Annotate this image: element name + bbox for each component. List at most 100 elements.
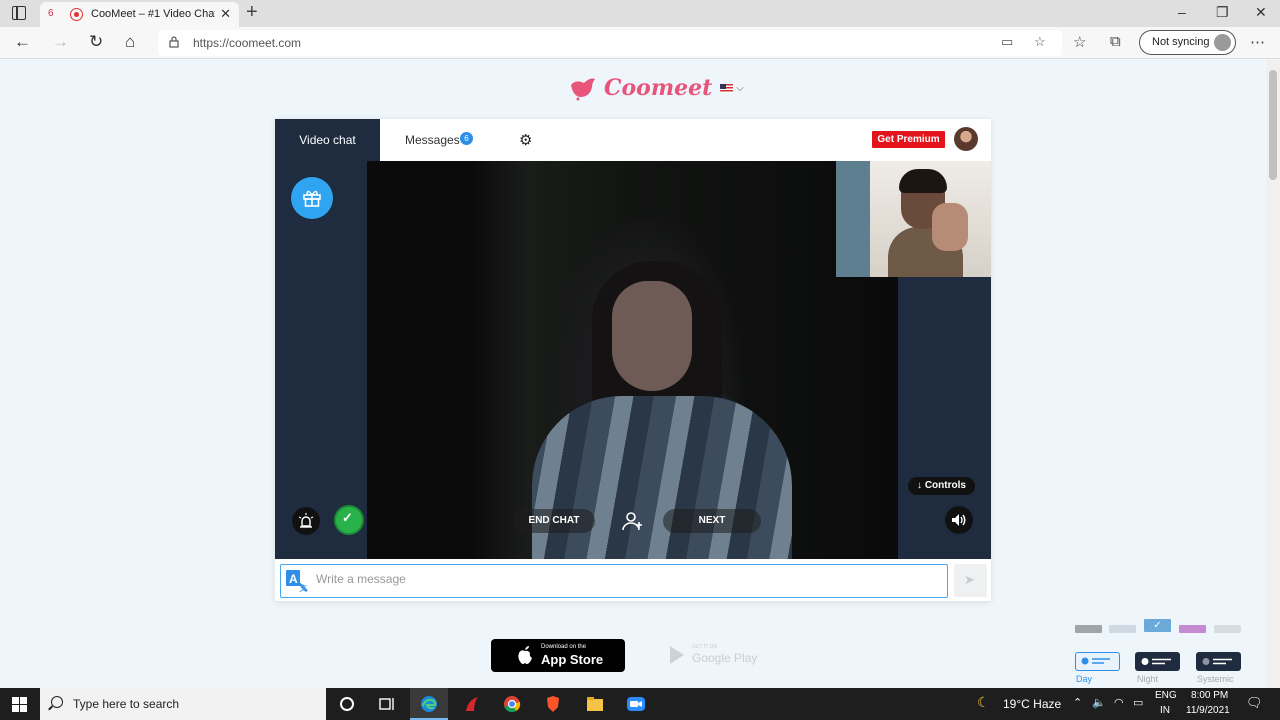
swatch-gray[interactable] [1075, 625, 1102, 633]
toggle-night-icon [1141, 658, 1171, 665]
controls-toggle[interactable]: ↓ Controls [908, 477, 975, 495]
tab-favicon-icon: 6 [48, 8, 54, 19]
theme-day-option[interactable] [1075, 652, 1120, 671]
refresh-icon[interactable]: ↻ [89, 32, 103, 52]
notifications-icon[interactable]: 🗨 [1246, 695, 1263, 711]
play-store-icon [670, 646, 684, 664]
card-header: Video chat Messages 6 ⚙ Get Premium [275, 119, 991, 161]
favorites-icon[interactable]: ☆ [1073, 33, 1086, 51]
profile-button[interactable]: Not syncing [1139, 30, 1236, 55]
url-text: https://coomeet.com [193, 36, 302, 50]
scrollbar-thumb[interactable] [1269, 70, 1277, 180]
weather-moon-icon[interactable]: ☾ [977, 694, 990, 711]
battery-icon[interactable]: ▭ [1133, 696, 1143, 709]
google-play-caption: GET IT ON [692, 644, 717, 650]
gift-button[interactable] [291, 177, 333, 219]
language-bottom[interactable]: IN [1160, 705, 1170, 716]
add-friend-icon[interactable] [620, 509, 644, 533]
toggle-day-icon [1081, 657, 1110, 665]
swatch-purple[interactable] [1179, 625, 1206, 633]
taskbar-search[interactable]: Type here to search [40, 688, 326, 720]
google-play-badge[interactable]: GET IT ON Google Play [668, 641, 763, 671]
tab-video-chat[interactable]: Video chat [275, 119, 380, 161]
swatch-pale[interactable] [1214, 625, 1241, 633]
url-field[interactable]: https://coomeet.com ▭ ☆ [158, 30, 1062, 56]
back-icon[interactable]: ← [14, 32, 31, 52]
add-favorite-icon[interactable]: ☆ [1034, 34, 1046, 50]
swatch-light[interactable] [1109, 625, 1136, 633]
chevron-down-icon[interactable]: ⌵ [736, 83, 744, 94]
more-menu-icon[interactable]: ⋯ [1250, 33, 1265, 51]
collections-icon[interactable]: ⧉ [1110, 33, 1121, 50]
siren-icon [298, 513, 314, 528]
taskbar-search-text: Type here to search [73, 697, 180, 711]
send-icon: ➤ [964, 572, 975, 587]
us-flag-icon[interactable] [720, 83, 734, 93]
theme-night-label: Night [1137, 674, 1159, 684]
file-explorer-icon[interactable] [585, 694, 605, 714]
messages-count-badge: 6 [460, 132, 473, 145]
svg-text:A: A [289, 572, 298, 586]
app-store-badge[interactable]: Download on the App Store [491, 639, 625, 672]
windows-start-icon[interactable] [12, 697, 27, 712]
message-composer: A 文 [280, 564, 948, 598]
get-premium-button[interactable]: Get Premium [872, 131, 945, 148]
report-button[interactable] [292, 507, 320, 535]
self-video [836, 161, 991, 277]
app-store-label: App Store [541, 652, 604, 667]
send-button[interactable]: ➤ [954, 564, 987, 597]
page-scrollbar[interactable] [1266, 60, 1280, 688]
window-close-button[interactable]: ✕ [1255, 4, 1267, 21]
camera-icon[interactable]: ▭ [1001, 34, 1013, 50]
apple-icon [518, 646, 532, 664]
volume-button[interactable] [945, 506, 973, 534]
address-bar-row: ← → ↻ ⌂ https://coomeet.com ▭ ☆ ☆ ⧉ Not … [0, 27, 1280, 59]
tab-messages[interactable]: Messages [405, 133, 460, 147]
home-icon[interactable]: ⌂ [125, 32, 135, 52]
zoom-icon[interactable] [626, 694, 646, 714]
theme-systemic-option[interactable] [1196, 652, 1241, 671]
checkmark-icon: ✓ [342, 510, 353, 525]
maximize-button[interactable]: ❐ [1216, 4, 1229, 21]
video-area: ✓ END CHAT NEXT ↓ Controls [275, 161, 991, 559]
browser-tab[interactable]: 6 CooMeet – #1 Video Chat w ✕ [40, 2, 239, 27]
tab-close-icon[interactable]: ✕ [220, 6, 231, 22]
site-logo[interactable]: Coomeet ⌵ [568, 73, 744, 103]
speaker-icon [952, 514, 966, 526]
app-red-icon[interactable] [462, 694, 482, 714]
translate-icon[interactable]: A 文 [286, 570, 308, 592]
toggle-systemic-icon [1202, 658, 1232, 665]
verified-badge[interactable]: ✓ [334, 505, 364, 535]
next-button[interactable]: NEXT [663, 509, 761, 533]
edge-icon [421, 696, 437, 712]
search-icon [51, 696, 63, 708]
volume-tray-icon[interactable]: 🔈 [1092, 696, 1106, 709]
language-top[interactable]: ENG [1155, 690, 1177, 701]
theme-night-option[interactable] [1135, 652, 1180, 671]
new-tab-button[interactable]: + [246, 1, 258, 24]
clock-date[interactable]: 11/9/2021 [1186, 705, 1230, 716]
clock-time[interactable]: 8:00 PM [1191, 690, 1228, 701]
bird-logo-icon [571, 78, 595, 101]
gear-icon[interactable]: ⚙ [519, 131, 532, 149]
task-view-icon[interactable] [377, 694, 397, 714]
message-input[interactable] [316, 572, 916, 586]
user-avatar[interactable] [954, 127, 978, 151]
recording-icon [70, 8, 83, 21]
lock-icon [169, 36, 179, 48]
swatch-blue-selected[interactable]: ✓ [1144, 619, 1171, 632]
google-play-label: Google Play [692, 651, 758, 665]
brave-icon[interactable] [543, 694, 563, 714]
cortana-icon[interactable] [337, 694, 357, 714]
end-chat-button[interactable]: END CHAT [513, 509, 595, 533]
chrome-icon[interactable] [502, 694, 522, 714]
minimize-button[interactable]: – [1178, 4, 1186, 20]
forward-icon[interactable]: → [52, 32, 69, 52]
partner-video [367, 161, 898, 559]
controls-label: Controls [924, 480, 966, 491]
network-icon[interactable]: ◠ [1114, 696, 1124, 709]
edge-taskbar-button[interactable] [410, 688, 448, 720]
weather-text[interactable]: 19°C Haze [1003, 697, 1061, 711]
chevron-up-icon[interactable]: ⌃ [1073, 696, 1082, 709]
tab-actions-icon[interactable] [12, 6, 26, 20]
